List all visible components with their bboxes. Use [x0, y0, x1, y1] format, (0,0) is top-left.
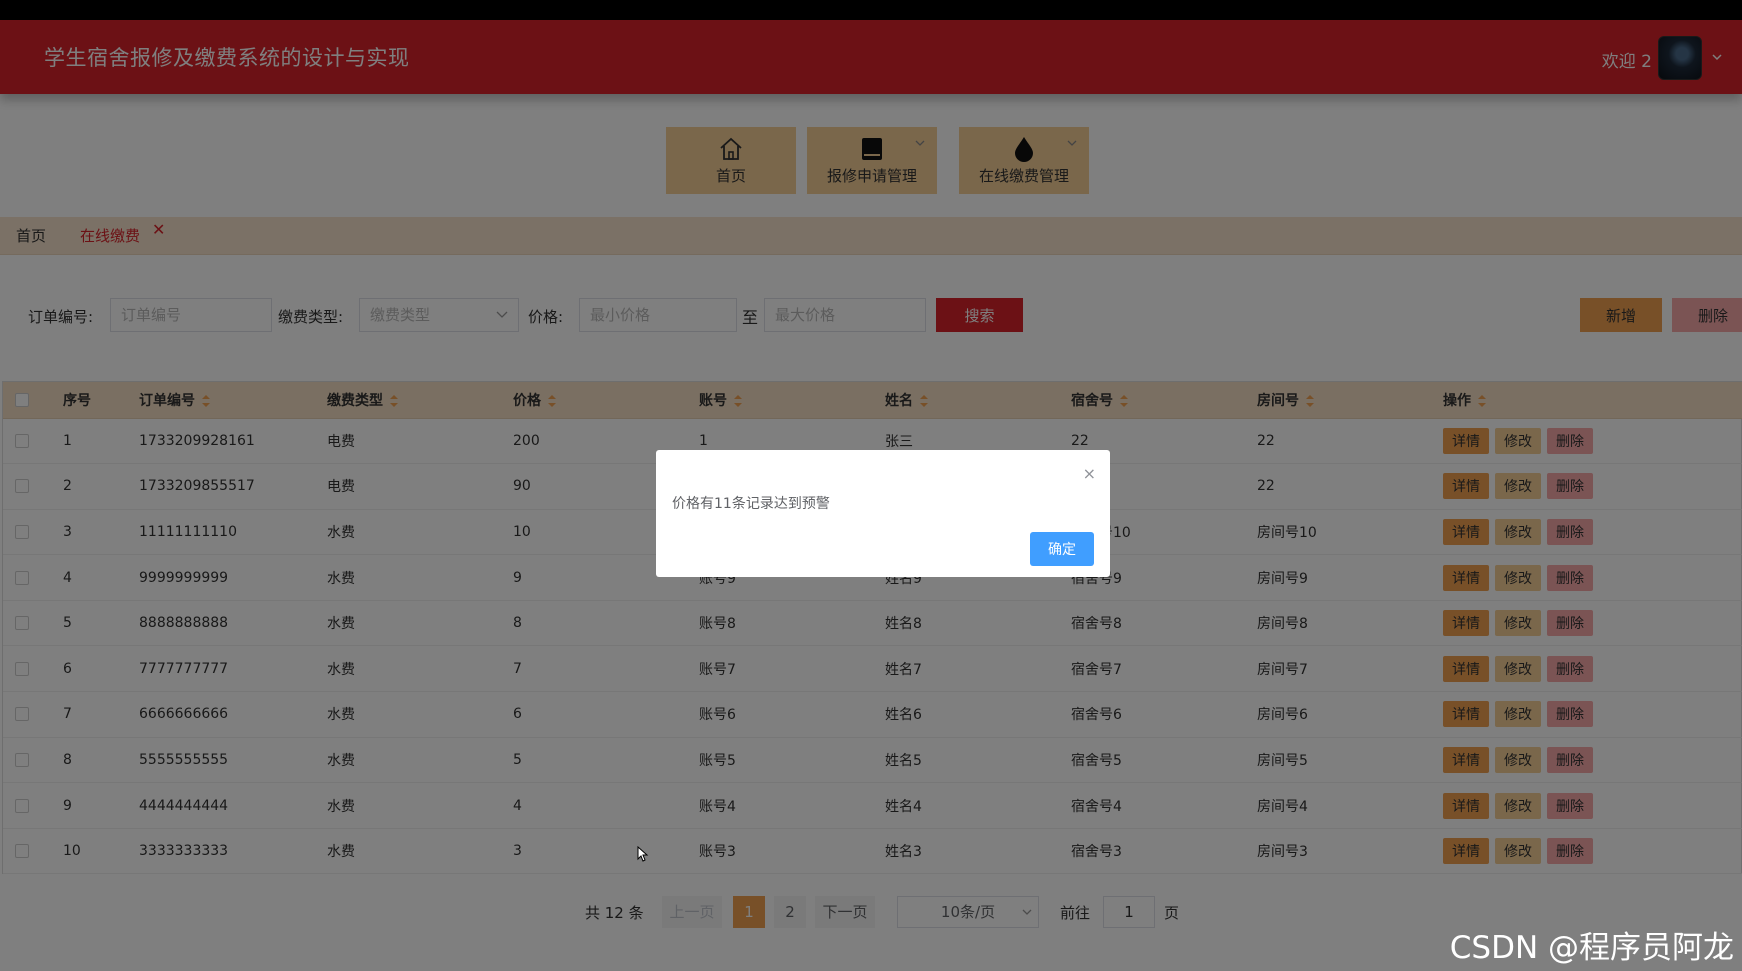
mouse-cursor-icon	[637, 846, 649, 862]
confirm-button[interactable]: 确定	[1030, 532, 1094, 566]
close-icon[interactable]: ×	[1083, 464, 1096, 483]
watermark: CSDN @程序员阿龙	[1449, 930, 1734, 966]
alert-dialog: × 价格有11条记录达到预警 确定	[656, 450, 1110, 577]
alert-message: 价格有11条记录达到预警	[672, 496, 830, 512]
